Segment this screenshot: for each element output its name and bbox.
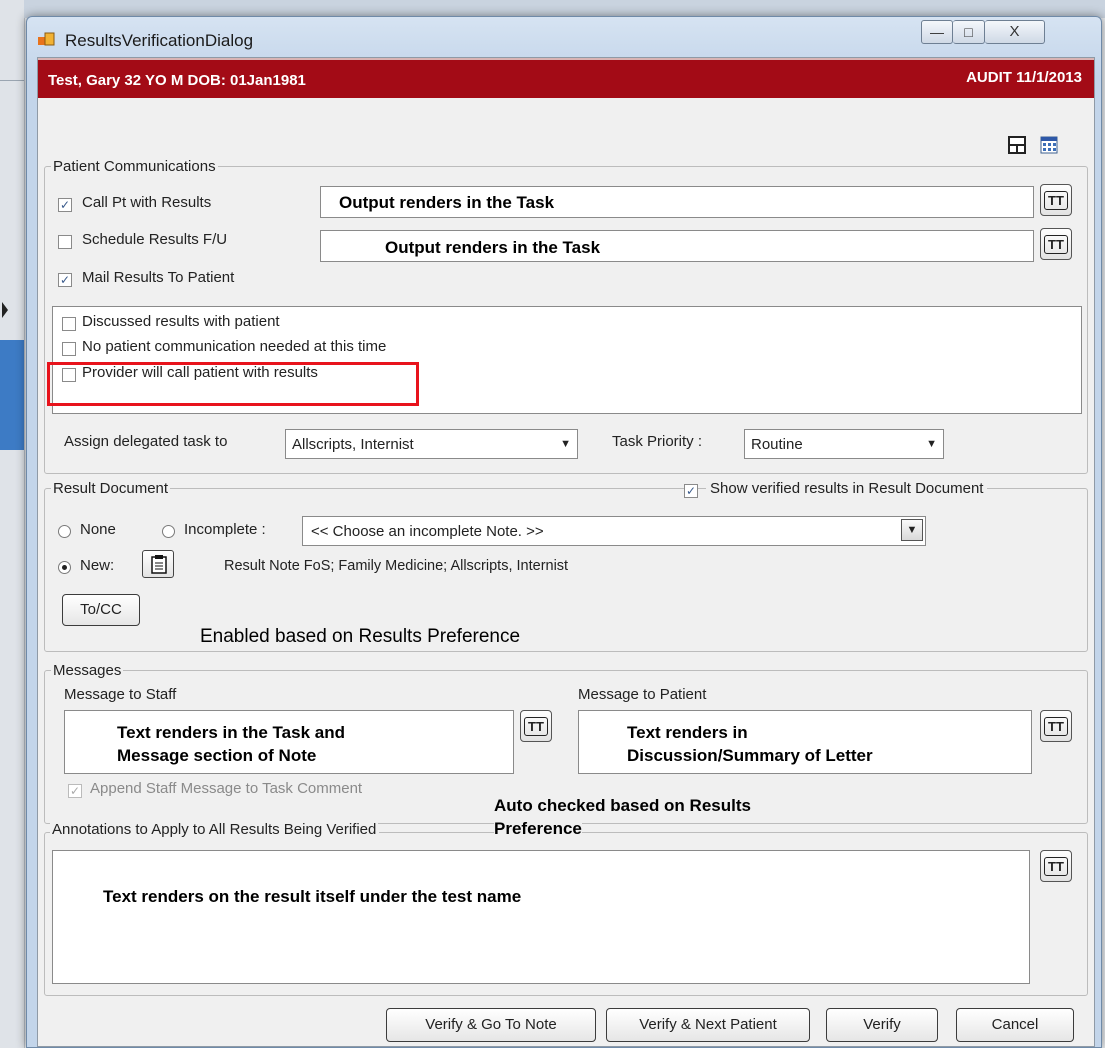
annotations-tt-button[interactable]: TT: [1040, 850, 1072, 882]
task-priority-value: Routine: [751, 436, 803, 453]
schedule-checkbox[interactable]: [58, 235, 72, 249]
window-title: ResultsVerificationDialog: [65, 31, 254, 50]
assign-task-label: Assign delegated task to: [64, 433, 228, 450]
call-pt-output-field[interactable]: Output renders in the Task: [320, 186, 1034, 218]
call-pt-label: Call Pt with Results: [82, 194, 212, 211]
note-document-icon: [151, 554, 167, 578]
message-staff-tt-button[interactable]: TT: [520, 710, 552, 742]
new-note-button[interactable]: [142, 550, 174, 578]
dropdown-arrow-icon: ▼: [560, 438, 571, 450]
maximize-button[interactable]: □: [953, 20, 985, 44]
schedule-label: Schedule Results F/U: [82, 231, 228, 248]
task-priority-dropdown[interactable]: Routine ▼: [744, 429, 944, 459]
results-verification-dialog: ResultsVerificationDialog — □ X Test, Ga…: [26, 16, 1102, 1048]
verify-next-patient-button[interactable]: Verify & Next Patient: [606, 1008, 810, 1042]
dropdown-arrow-icon: ▼: [901, 519, 923, 541]
dialog-body: Test, Gary 32 YO M DOB: 01Jan1981 AUDIT …: [37, 57, 1095, 1047]
schedule-tt-button[interactable]: TT: [1040, 228, 1072, 260]
background-selection: [0, 340, 24, 450]
call-pt-output-text: Output renders in the Task: [339, 193, 555, 212]
result-document-legend: Result Document: [53, 480, 169, 497]
no-communication-checkbox[interactable]: [62, 342, 76, 356]
no-communication-label: No patient communication needed at this …: [82, 338, 387, 355]
layout-grid-icon[interactable]: [1008, 136, 1026, 154]
patient-banner: Test, Gary 32 YO M DOB: 01Jan1981 AUDIT …: [38, 58, 1094, 98]
background-arrow-icon: [0, 300, 24, 324]
message-patient-field[interactable]: Text renders in Discussion/Summary of Le…: [578, 710, 1032, 774]
calendar-icon[interactable]: [1040, 136, 1058, 154]
highlight-box: [47, 362, 419, 406]
annotations-text: Text renders on the result itself under …: [103, 887, 522, 906]
message-staff-text-1: Text renders in the Task and: [117, 723, 345, 742]
mail-label: Mail Results To Patient: [82, 269, 235, 286]
message-staff-text-2: Message section of Note: [117, 746, 317, 765]
schedule-output-field[interactable]: Output renders in the Task: [320, 230, 1034, 262]
verify-go-to-note-button[interactable]: Verify & Go To Note: [386, 1008, 596, 1042]
assign-task-dropdown[interactable]: Allscripts, Internist ▼: [285, 429, 578, 459]
enabled-callout: Enabled based on Results Preference: [200, 626, 521, 648]
new-label: New:: [80, 557, 115, 574]
background-divider: [0, 80, 24, 81]
minimize-button[interactable]: —: [921, 20, 953, 44]
app-icon: [37, 31, 55, 47]
assign-task-value: Allscripts, Internist: [292, 436, 414, 453]
incomplete-note-value: << Choose an incomplete Note. >>: [311, 523, 544, 540]
close-button[interactable]: X: [985, 20, 1045, 44]
call-pt-tt-button[interactable]: TT: [1040, 184, 1072, 216]
annotations-legend: Annotations to Apply to All Results Bein…: [50, 821, 379, 838]
append-staff-label: Append Staff Message to Task Comment: [90, 780, 363, 797]
auto-checked-callout-1: Auto checked based on Results: [494, 796, 751, 815]
new-radio[interactable]: [58, 561, 71, 574]
task-priority-label: Task Priority :: [612, 433, 703, 450]
message-patient-label: Message to Patient: [578, 686, 707, 703]
none-label: None: [80, 521, 116, 538]
incomplete-note-dropdown[interactable]: << Choose an incomplete Note. >> ▼: [302, 516, 926, 546]
patient-communications-legend: Patient Communications: [53, 158, 216, 175]
dropdown-arrow-icon: ▼: [926, 438, 937, 450]
append-staff-checkbox: ✓: [68, 784, 82, 798]
none-radio[interactable]: [58, 525, 71, 538]
schedule-output-text: Output renders in the Task: [385, 238, 601, 257]
incomplete-radio[interactable]: [162, 525, 175, 538]
incomplete-label: Incomplete :: [184, 521, 266, 538]
messages-legend: Messages: [53, 662, 122, 679]
discussed-label: Discussed results with patient: [82, 313, 280, 330]
message-patient-text-1: Text renders in: [627, 723, 748, 742]
message-staff-field[interactable]: Text renders in the Task and Message sec…: [64, 710, 514, 774]
background-app-edge: [0, 0, 25, 1048]
cancel-button[interactable]: Cancel: [956, 1008, 1074, 1042]
patient-info: Test, Gary 32 YO M DOB: 01Jan1981: [48, 72, 306, 89]
call-pt-checkbox[interactable]: ✓: [58, 198, 72, 212]
annotations-field[interactable]: Text renders on the result itself under …: [52, 850, 1030, 984]
audit-label: AUDIT 11/1/2013: [966, 69, 1082, 86]
to-cc-button[interactable]: To/CC: [62, 594, 140, 626]
auto-checked-callout-2: Preference: [494, 819, 582, 839]
verify-button[interactable]: Verify: [826, 1008, 938, 1042]
message-patient-text-2: Discussion/Summary of Letter: [627, 746, 873, 765]
new-note-description: Result Note FoS; Family Medicine; Allscr…: [224, 558, 569, 574]
show-verified-checkbox[interactable]: ✓: [684, 484, 698, 498]
discussed-checkbox[interactable]: [62, 317, 76, 331]
mail-checkbox[interactable]: ✓: [58, 273, 72, 287]
show-verified-label: Show verified results in Result Document: [706, 480, 988, 497]
message-patient-tt-button[interactable]: TT: [1040, 710, 1072, 742]
title-bar[interactable]: ResultsVerificationDialog — □ X: [27, 17, 1101, 55]
message-staff-label: Message to Staff: [64, 686, 177, 703]
